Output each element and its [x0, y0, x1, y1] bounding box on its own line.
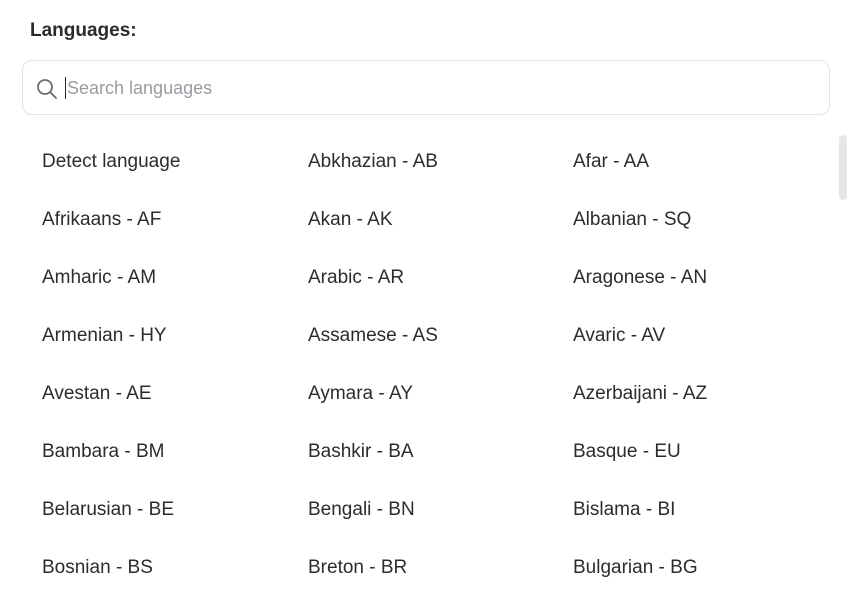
language-option-detect[interactable]: Detect language	[42, 151, 180, 173]
language-option[interactable]: Basque - EU	[573, 441, 681, 463]
language-option[interactable]: Bosnian - BS	[42, 557, 153, 579]
language-option[interactable]: Abkhazian - AB	[308, 151, 438, 173]
text-cursor	[65, 77, 66, 99]
language-row: Armenian - HY Assamese - AS Avaric - AV	[0, 309, 850, 367]
language-option[interactable]: Afar - AA	[573, 151, 649, 173]
language-option[interactable]: Aymara - AY	[308, 383, 413, 405]
language-row: Belarusian - BE Bengali - BN Bislama - B…	[0, 483, 850, 541]
language-option[interactable]: Bashkir - BA	[308, 441, 414, 463]
language-row: Afrikaans - AF Akan - AK Albanian - SQ	[0, 193, 850, 251]
search-icon	[37, 79, 57, 99]
language-row: Bambara - BM Bashkir - BA Basque - EU	[0, 425, 850, 483]
language-option[interactable]: Bislama - BI	[573, 499, 675, 521]
language-list: Detect language Abkhazian - AB Afar - AA…	[0, 135, 850, 615]
languages-heading: Languages:	[30, 20, 137, 41]
language-option[interactable]: Aragonese - AN	[573, 267, 707, 289]
language-option[interactable]: Azerbaijani - AZ	[573, 383, 707, 405]
language-option[interactable]: Assamese - AS	[308, 325, 438, 347]
language-option[interactable]: Breton - BR	[308, 557, 407, 579]
language-option[interactable]: Avaric - AV	[573, 325, 665, 347]
language-option[interactable]: Afrikaans - AF	[42, 209, 161, 231]
search-input[interactable]	[67, 73, 807, 103]
list-scrollbar[interactable]	[839, 135, 847, 200]
language-option[interactable]: Avestan - AE	[42, 383, 152, 405]
language-row: Bosnian - BS Breton - BR Bulgarian - BG	[0, 541, 850, 599]
language-option[interactable]: Belarusian - BE	[42, 499, 174, 521]
language-picker: Languages: Detect language Abkhazian - A…	[0, 0, 850, 615]
language-option[interactable]: Bambara - BM	[42, 441, 164, 463]
language-row: Amharic - AM Arabic - AR Aragonese - AN	[0, 251, 850, 309]
language-option[interactable]: Bengali - BN	[308, 499, 415, 521]
language-row: Avestan - AE Aymara - AY Azerbaijani - A…	[0, 367, 850, 425]
language-option[interactable]: Arabic - AR	[308, 267, 404, 289]
language-option[interactable]: Amharic - AM	[42, 267, 156, 289]
language-option[interactable]: Akan - AK	[308, 209, 393, 231]
language-option[interactable]: Armenian - HY	[42, 325, 167, 347]
search-box[interactable]	[22, 60, 830, 115]
language-option[interactable]: Albanian - SQ	[573, 209, 691, 231]
language-option[interactable]: Bulgarian - BG	[573, 557, 698, 579]
language-row: Detect language Abkhazian - AB Afar - AA	[0, 135, 850, 193]
